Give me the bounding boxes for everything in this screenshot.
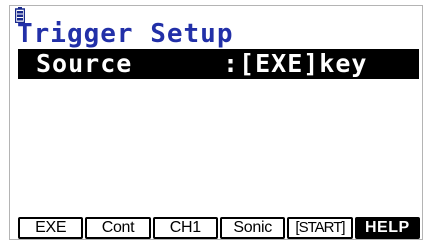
setting-value: :[EXE]key xyxy=(223,49,368,78)
lcd-display: Trigger Setup Source :[EXE]key EXE Cont … xyxy=(9,5,423,240)
f6-help-key[interactable]: HELP xyxy=(354,217,420,239)
f2-cont-key[interactable]: Cont xyxy=(85,217,151,239)
screen-title: Trigger Setup xyxy=(17,19,234,49)
calculator-screen: Trigger Setup Source :[EXE]key EXE Cont … xyxy=(0,0,436,246)
function-key-bar: EXE Cont CH1 Sonic [START] HELP xyxy=(18,217,420,239)
f5-start-key[interactable]: [START] xyxy=(287,217,353,239)
setting-label: Source xyxy=(36,49,133,78)
setting-row-source[interactable]: Source :[EXE]key xyxy=(18,49,419,79)
f3-ch1-key[interactable]: CH1 xyxy=(152,217,218,239)
f1-exe-key[interactable]: EXE xyxy=(18,217,84,239)
f4-sonic-key[interactable]: Sonic xyxy=(219,217,286,239)
